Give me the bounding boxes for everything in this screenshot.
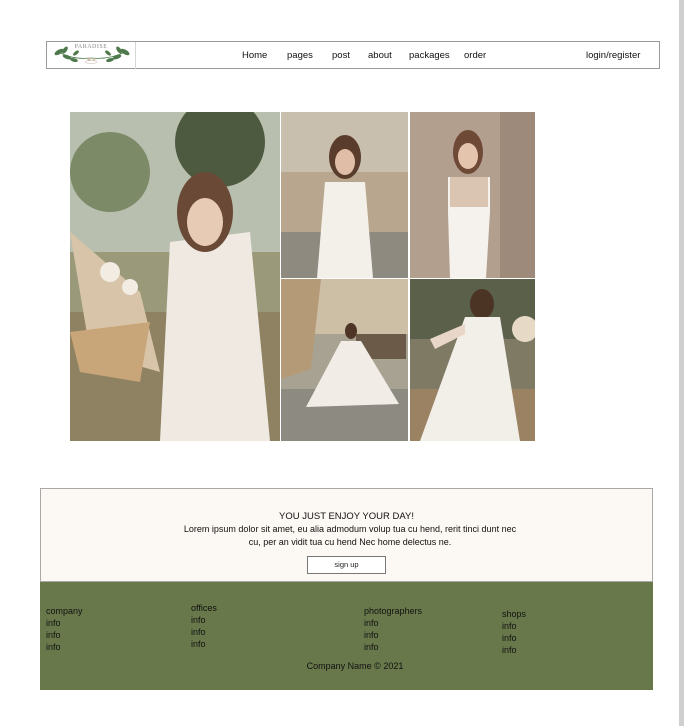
photo-bride-with-bouquet [70, 112, 280, 441]
footer-column-title: photographers [364, 606, 423, 616]
footer: company info info info offices info info… [40, 582, 653, 690]
footer-link[interactable]: info [191, 626, 217, 638]
photo-bride-in-garden [281, 112, 408, 278]
footer-link[interactable]: info [502, 632, 526, 644]
nav-pages-link[interactable]: pages [287, 50, 313, 61]
nav-order-link[interactable]: order [464, 50, 486, 61]
footer-link[interactable]: info [46, 641, 83, 653]
login-register-link[interactable]: login/register [586, 50, 640, 61]
footer-link[interactable]: info [364, 629, 422, 641]
footer-link[interactable]: info [46, 617, 83, 629]
footer-link[interactable]: info [502, 644, 526, 656]
footer-column-title: offices [191, 603, 217, 613]
navbar: PARADISE Home pages post about packages … [46, 41, 660, 69]
photo-bride-in-meadow [410, 279, 535, 441]
cta-section: YOU JUST ENJOY YOUR DAY! Lorem ipsum dol… [40, 488, 653, 582]
sign-up-button[interactable]: sign up [307, 556, 386, 574]
photo-bride-twirling-at-table [281, 279, 408, 441]
nav-about-link[interactable]: about [368, 50, 392, 61]
cta-heading: YOU JUST ENJOY YOUR DAY! [279, 511, 414, 522]
nav-packages-link[interactable]: packages [409, 50, 450, 61]
logo-text: PARADISE [74, 44, 108, 50]
footer-column-title: company [46, 606, 83, 616]
footer-link[interactable]: info [191, 638, 217, 650]
nav-post-link[interactable]: post [332, 50, 350, 61]
footer-link[interactable]: info [364, 641, 422, 653]
logo[interactable]: PARADISE [47, 42, 136, 69]
footer-link[interactable]: info [46, 629, 83, 641]
footer-link[interactable]: info [191, 614, 217, 626]
footer-link[interactable]: info [502, 620, 526, 632]
footer-link[interactable]: info [364, 617, 422, 629]
page-edge [679, 0, 684, 726]
footer-column-company: company info info info [46, 605, 83, 653]
footer-column-shops: shops info info info [502, 608, 526, 656]
footer-column-photographers: photographers info info info [364, 605, 422, 653]
footer-column-title: shops [502, 609, 527, 619]
footer-column-offices: offices info info info [191, 602, 217, 650]
copyright-text: Company Name © 2021 [306, 661, 404, 671]
nav-home-link[interactable]: Home [242, 50, 267, 61]
cta-body-text: Lorem ipsum dolor sit amet, eu alia admo… [183, 524, 517, 547]
photo-bride-by-stone-wall [410, 112, 535, 278]
